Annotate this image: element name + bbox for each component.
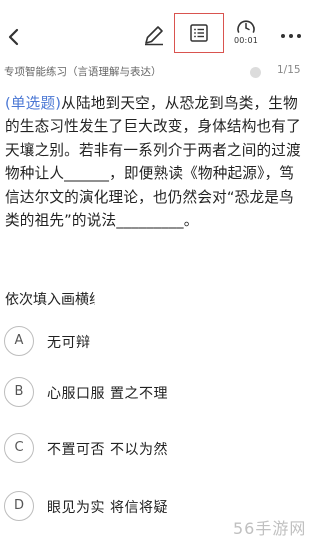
question-text: 从陆地到天空，从恐龙到鸟类，生物的生态习性发生了巨大改变，身体结构也有了天壤之别… — [5, 95, 301, 230]
option-letter: D — [4, 491, 34, 521]
option-text: 眼见为实 将信将疑 — [47, 500, 168, 516]
question-stem: (单选题)从陆地到天空，从恐龙到鸟类，生物的生态习性发生了巨大改变，身体结构也有… — [5, 92, 308, 232]
top-toolbar: 00:01 — [0, 0, 313, 62]
option-text: 不置可否 不以为然 — [47, 442, 168, 458]
chevron-left-icon — [8, 28, 19, 46]
info-bar: 专项智能练习（言语理解与表达） 1/15 — [0, 62, 313, 82]
option-text: 心服口服 置之不理 — [47, 386, 168, 402]
more-button[interactable] — [280, 32, 302, 40]
option-text: 无可辩驳 不以为然 — [47, 335, 91, 351]
option-letter: A — [4, 326, 34, 356]
pencil-icon — [145, 26, 163, 46]
answer-sheet-icon — [190, 24, 208, 42]
clock-icon — [237, 20, 255, 33]
timer-value: 00:01 — [233, 36, 259, 45]
option-letter: C — [4, 433, 34, 463]
option-letter: B — [4, 377, 34, 407]
option-a[interactable]: A 无可辩驳 不以为然 — [4, 326, 304, 356]
question-instruction: 依次填入画横线部分最恰当的一项是 — [5, 292, 95, 308]
option-c[interactable]: C 不置可否 不以为然 — [4, 433, 304, 463]
timer[interactable]: 00:01 — [231, 19, 261, 55]
question-counter: 1/15 — [277, 64, 301, 76]
progress-dot-icon — [250, 67, 261, 78]
option-b[interactable]: B 心服口服 置之不理 — [4, 377, 304, 407]
question-type-tag: (单选题) — [5, 95, 62, 112]
edit-button[interactable] — [142, 23, 166, 47]
back-button[interactable] — [4, 24, 26, 50]
practice-title: 专项智能练习（言语理解与表达） — [4, 66, 162, 78]
answer-sheet-button[interactable] — [174, 13, 224, 53]
site-watermark: 56手游网 — [233, 519, 307, 538]
